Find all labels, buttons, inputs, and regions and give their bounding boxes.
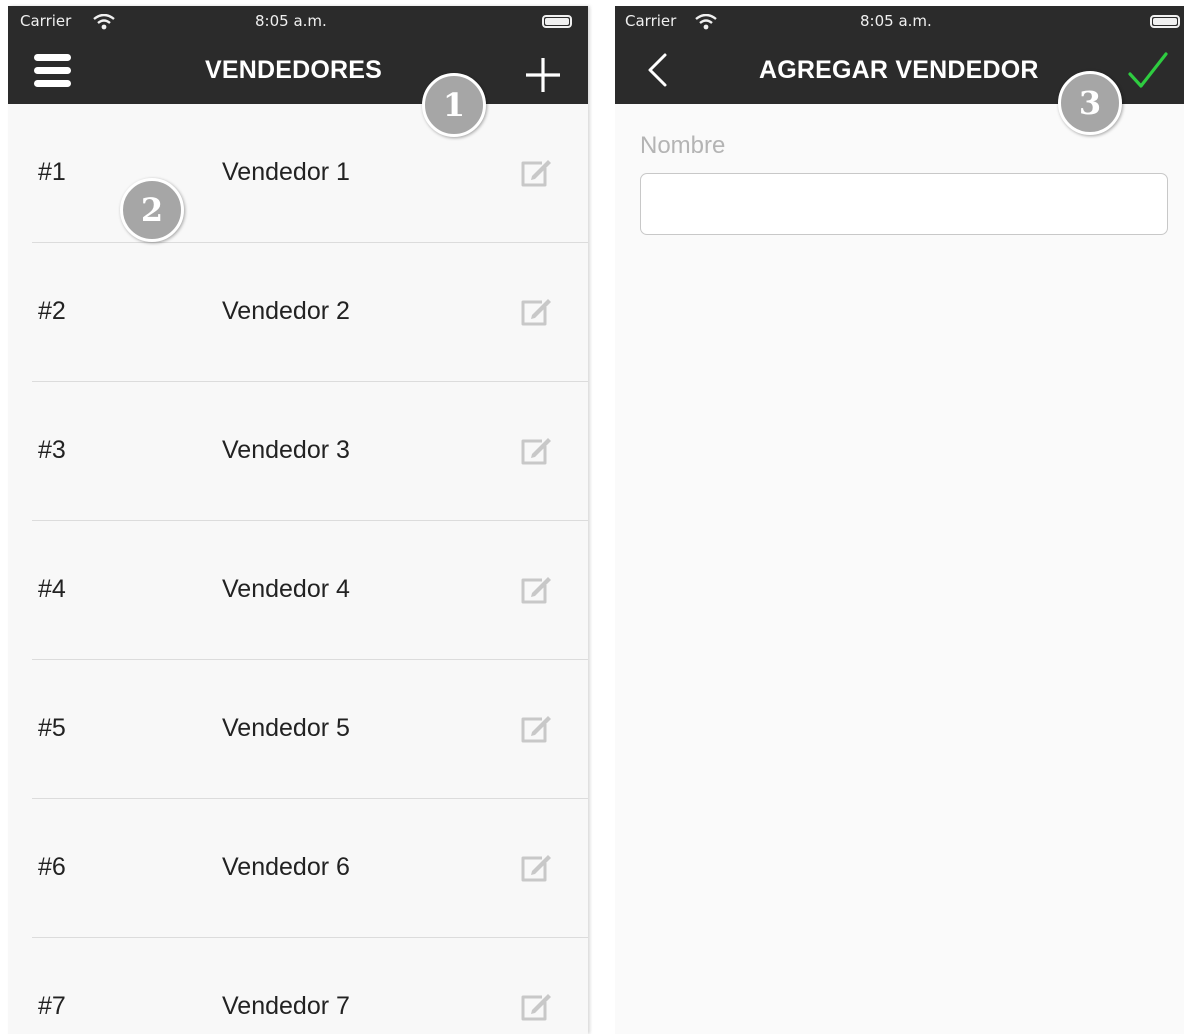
callout-badge-3: 3 xyxy=(1058,71,1122,135)
add-vendor-screen: Carrier 8:05 a.m. AGREGAR VENDEDOR Nombr… xyxy=(615,6,1184,1034)
vendor-number: #6 xyxy=(38,853,66,881)
edit-icon[interactable] xyxy=(518,571,554,607)
page-title: VENDEDORES xyxy=(205,56,383,84)
vendor-number: #4 xyxy=(38,575,66,603)
list-item[interactable]: #1 Vendedor 1 xyxy=(32,104,588,243)
vendor-number: #3 xyxy=(38,436,66,464)
edit-icon[interactable] xyxy=(518,293,554,329)
vendor-name: Vendedor 5 xyxy=(222,714,350,742)
battery-icon xyxy=(1150,15,1180,28)
checkmark-icon[interactable] xyxy=(1126,50,1170,92)
vendor-name: Vendedor 2 xyxy=(222,297,350,325)
name-input[interactable] xyxy=(640,173,1168,235)
vendor-number: #1 xyxy=(38,158,66,186)
list-item[interactable]: #2 Vendedor 2 xyxy=(32,243,588,382)
menu-icon[interactable] xyxy=(34,54,71,88)
chevron-left-icon[interactable] xyxy=(643,52,671,88)
status-time: 8:05 a.m. xyxy=(255,12,327,30)
edit-icon[interactable] xyxy=(518,710,554,746)
status-bar: Carrier 8:05 a.m. xyxy=(8,6,588,38)
list-item[interactable]: #6 Vendedor 6 xyxy=(32,799,588,938)
edit-icon[interactable] xyxy=(518,849,554,885)
vendor-number: #2 xyxy=(38,297,66,325)
vendor-name: Vendedor 3 xyxy=(222,436,350,464)
status-bar: Carrier 8:05 a.m. xyxy=(615,6,1184,38)
list-item[interactable]: #4 Vendedor 4 xyxy=(32,521,588,660)
battery-icon xyxy=(542,15,572,28)
vendor-name: Vendedor 1 xyxy=(222,158,350,186)
vendor-number: #5 xyxy=(38,714,66,742)
callout-badge-1: 1 xyxy=(422,73,486,137)
status-time: 8:05 a.m. xyxy=(860,12,932,30)
list-item[interactable]: #3 Vendedor 3 xyxy=(32,382,588,521)
name-field-label: Nombre xyxy=(640,132,726,159)
plus-icon[interactable] xyxy=(524,56,562,94)
vendors-list-screen: Carrier 8:05 a.m. VENDEDORES #1 Vendedor … xyxy=(8,6,588,1034)
vendor-number: #7 xyxy=(38,992,66,1020)
edit-icon[interactable] xyxy=(518,432,554,468)
edit-icon[interactable] xyxy=(518,154,554,190)
wifi-icon xyxy=(695,14,717,30)
carrier-label: Carrier xyxy=(625,12,677,30)
vendor-name: Vendedor 6 xyxy=(222,853,350,881)
carrier-label: Carrier xyxy=(20,12,72,30)
edit-icon[interactable] xyxy=(518,988,554,1024)
list-item[interactable]: #5 Vendedor 5 xyxy=(32,660,588,799)
vendor-name: Vendedor 7 xyxy=(222,992,350,1020)
navigation-bar: VENDEDORES xyxy=(8,38,588,104)
page-title: AGREGAR VENDEDOR xyxy=(759,56,1039,84)
list-item[interactable]: #7 Vendedor 7 xyxy=(32,938,588,1034)
vendor-name: Vendedor 4 xyxy=(222,575,350,603)
wifi-icon xyxy=(93,14,115,30)
callout-badge-2: 2 xyxy=(120,178,184,242)
